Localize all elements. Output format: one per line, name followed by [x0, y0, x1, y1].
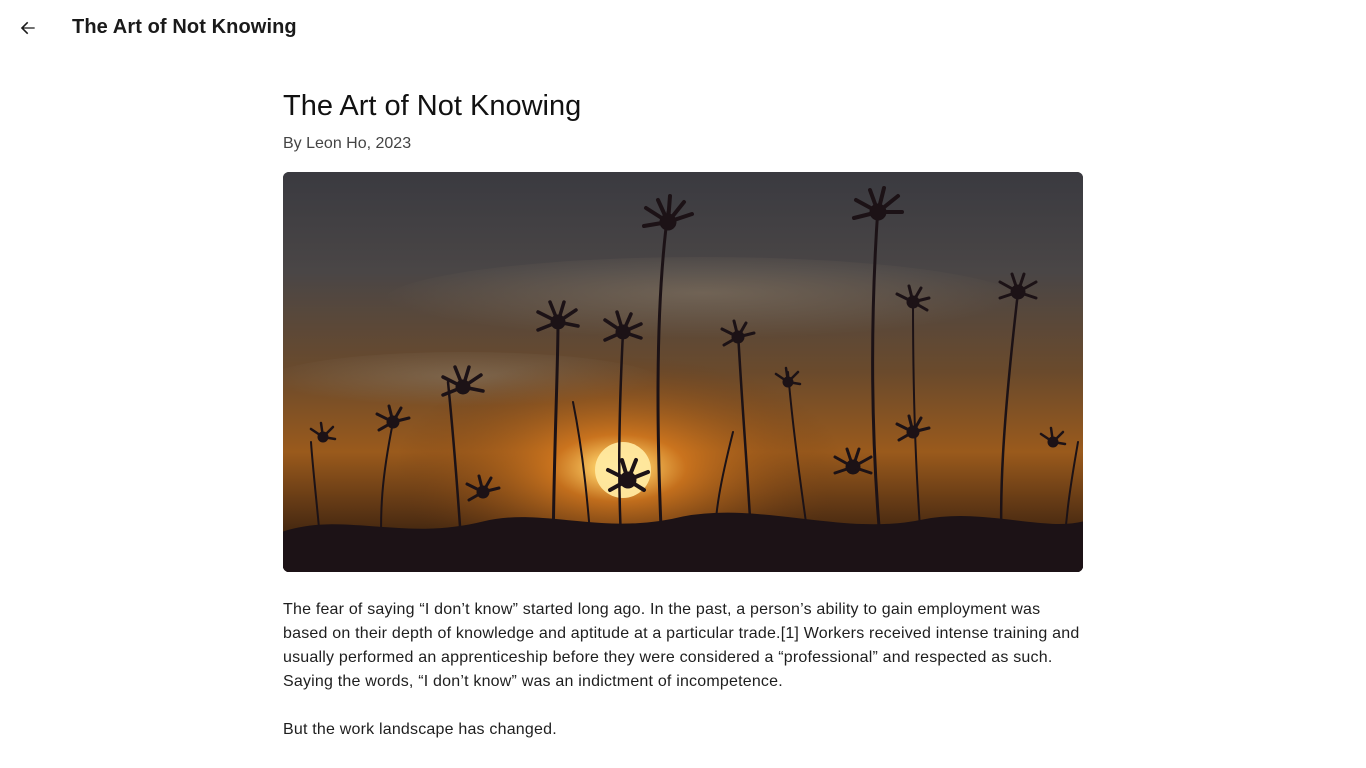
article-byline: By Leon Ho, 2023	[283, 135, 412, 152]
hero-image	[283, 172, 1083, 572]
app-bar-title: The Art of Not Knowing	[72, 16, 297, 38]
sunset-flowers-image	[283, 172, 1083, 572]
arrow-left-icon	[20, 21, 35, 35]
paragraph: But the work landscape has changed.	[283, 721, 557, 738]
article-title: The Art of Not Knowing	[283, 90, 582, 122]
paragraph: The fear of saying “I don’t know” starte…	[283, 601, 1080, 690]
top-app-bar: The Art of Not Knowing	[0, 0, 1366, 58]
back-button[interactable]	[10, 10, 46, 46]
article: The Art of Not Knowing By Leon Ho, 2023	[283, 86, 1083, 766]
article-body: The fear of saying “I don’t know” starte…	[283, 598, 1083, 742]
